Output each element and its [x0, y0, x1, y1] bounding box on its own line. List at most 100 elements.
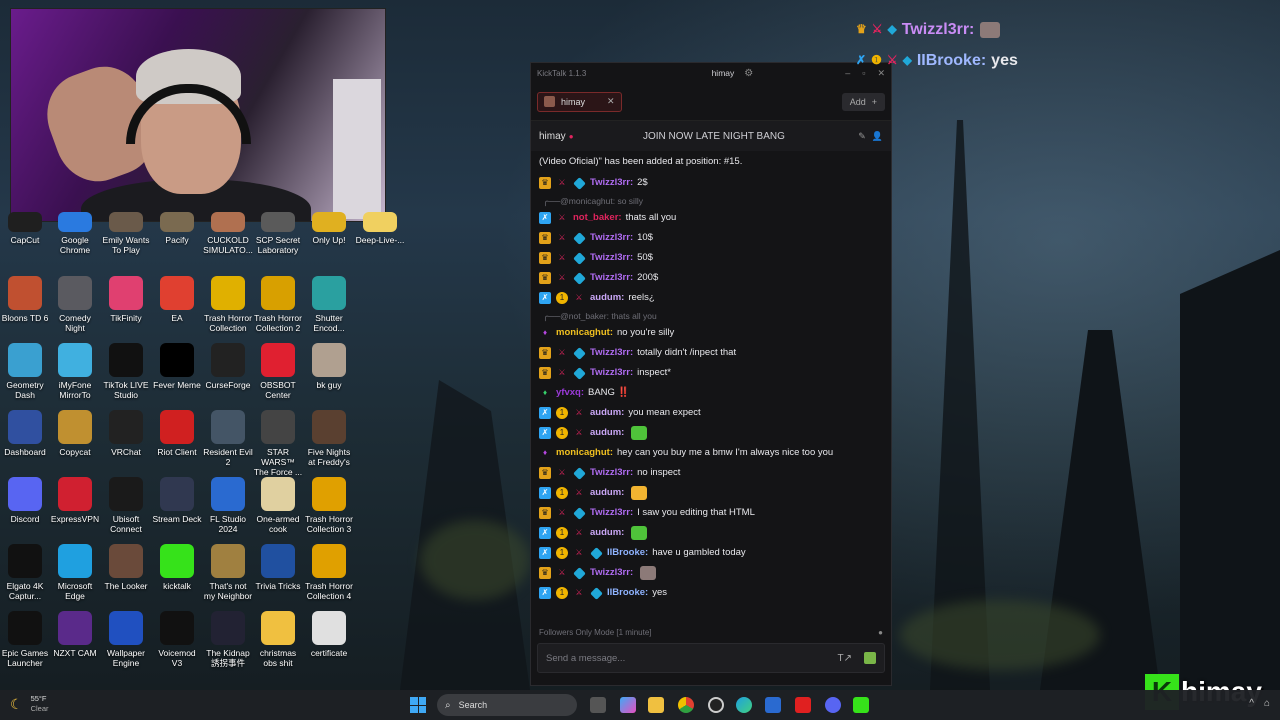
- chat-username[interactable]: Twizzl3rr:: [590, 506, 633, 520]
- info-icon[interactable]: ●: [878, 628, 883, 637]
- chat-message[interactable]: ♛ ⚔ Twizzl3rr: 50$: [539, 248, 883, 268]
- emote-picker-icon[interactable]: [864, 652, 876, 664]
- chat-message[interactable]: ♦ monicaghut: hey can you buy me a bmw I'm…: [539, 443, 883, 463]
- network-icon[interactable]: ⌂: [1264, 698, 1270, 709]
- chat-message[interactable]: ♦ yfvxq: BANG ‼️: [539, 383, 883, 403]
- reply-reference[interactable]: ╭── @not_baker: thats all you: [539, 308, 883, 323]
- chrome-icon[interactable]: [678, 697, 694, 713]
- chat-username[interactable]: monicaghut:: [556, 326, 613, 340]
- desktop-icon[interactable]: Wallpaper Engine: [101, 611, 151, 668]
- chat-username[interactable]: Twizzl3rr:: [590, 466, 633, 480]
- gear-icon[interactable]: ⚙: [744, 68, 753, 79]
- desktop-icon[interactable]: VRChat: [101, 410, 151, 457]
- desktop-icon[interactable]: FL Studio 2024: [203, 477, 253, 534]
- task-view-icon[interactable]: [590, 697, 606, 713]
- desktop-icon[interactable]: Trash Horror Collection 4: [304, 544, 354, 601]
- desktop-icon[interactable]: The Kidnap 誘拐事件: [203, 611, 253, 668]
- chat-username[interactable]: audum:: [590, 426, 624, 440]
- chat-username[interactable]: Twizzl3rr:: [590, 366, 633, 380]
- chat-message[interactable]: ♛ ⚔ Twizzl3rr:: [539, 563, 883, 583]
- desktop-icon[interactable]: iMyFone MirrorTo: [50, 343, 100, 400]
- taskbar-search[interactable]: ⌕ Search: [437, 694, 577, 716]
- desktop-icon[interactable]: Microsoft Edge: [50, 544, 100, 601]
- windows-start-icon[interactable]: [410, 697, 426, 713]
- chat-message[interactable]: ♦ monicaghut: no you're silly: [539, 323, 883, 343]
- kicktalk-titlebar[interactable]: KickTalk 1.1.3 himay ⚙ – ▫ ✕: [531, 63, 891, 83]
- translate-icon[interactable]: T↗: [838, 653, 853, 664]
- desktop-icon[interactable]: CapCut: [0, 212, 50, 245]
- kick-icon[interactable]: [853, 697, 869, 713]
- chat-username[interactable]: IIBrooke:: [607, 586, 648, 600]
- desktop-icon[interactable]: CUCKOLD SIMULATO...: [203, 212, 253, 255]
- weather-widget[interactable]: ☾ 55°F Clear: [10, 694, 49, 714]
- desktop-icon[interactable]: Trash Horror Collection 3: [304, 477, 354, 534]
- chat-message[interactable]: ✗ 1 ⚔ audum:: [539, 423, 883, 443]
- discord-icon[interactable]: [825, 697, 841, 713]
- chat-username[interactable]: IIBrooke:: [607, 546, 648, 560]
- desktop-icon[interactable]: Elgato 4K Captur...: [0, 544, 50, 601]
- chat-message-list[interactable]: (Video Oficial)" has been added at posit…: [531, 151, 891, 611]
- chat-message[interactable]: ♛ ⚔ Twizzl3rr: 2$: [539, 173, 883, 193]
- desktop-icon[interactable]: Google Chrome: [50, 212, 100, 255]
- chat-message[interactable]: ✗ 1 ⚔ audum:: [539, 483, 883, 503]
- kicktalk-window[interactable]: KickTalk 1.1.3 himay ⚙ – ▫ ✕ himay ✕ Add…: [530, 62, 892, 686]
- desktop-icon[interactable]: Shutter Encod...: [304, 276, 354, 333]
- desktop-icon[interactable]: Discord: [0, 477, 50, 524]
- chat-message[interactable]: ♛ ⚔ Twizzl3rr: I saw you editing that HTML: [539, 503, 883, 523]
- desktop-icon[interactable]: Five Nights at Freddy's: [304, 410, 354, 467]
- desktop-icon[interactable]: christmas obs shit: [253, 611, 303, 668]
- desktop-icon[interactable]: SCP Secret Laboratory: [253, 212, 303, 255]
- desktop-icon[interactable]: CurseForge: [203, 343, 253, 390]
- chat-message[interactable]: ♛ ⚔ Twizzl3rr: inspect*: [539, 363, 883, 383]
- obs-icon[interactable]: [708, 697, 724, 713]
- desktop-icon[interactable]: Trash Horror Collection: [203, 276, 253, 333]
- desktop-icon[interactable]: NZXT CAM: [50, 611, 100, 658]
- chat-username[interactable]: yfvxq:: [556, 386, 584, 400]
- chat-message[interactable]: ✗ 1 ⚔ audum: reels¿: [539, 288, 883, 308]
- chat-username[interactable]: Twizzl3rr:: [590, 231, 633, 245]
- desktop-icon[interactable]: kicktalk: [152, 544, 202, 591]
- chat-username[interactable]: audum:: [590, 291, 624, 305]
- desktop-icon[interactable]: Dashboard: [0, 410, 50, 457]
- youtube-icon[interactable]: [795, 697, 811, 713]
- chat-username[interactable]: audum:: [590, 406, 624, 420]
- desktop-icon[interactable]: Voicemod V3: [152, 611, 202, 668]
- message-input[interactable]: Send a message... T↗: [537, 643, 885, 673]
- chat-message[interactable]: ✗ 1 ⚔ IIBrooke: yes: [539, 583, 883, 603]
- desktop-icon[interactable]: One-armed cook: [253, 477, 303, 534]
- chat-message[interactable]: ♛ ⚔ Twizzl3rr: no inspect: [539, 463, 883, 483]
- file-explorer-icon[interactable]: [648, 697, 664, 713]
- desktop-icon[interactable]: Copycat: [50, 410, 100, 457]
- desktop-icon[interactable]: Riot Client: [152, 410, 202, 457]
- desktop-icon[interactable]: Trivia Tricks: [253, 544, 303, 591]
- desktop-icon[interactable]: TikFinity: [101, 276, 151, 323]
- chat-username[interactable]: monicaghut:: [556, 446, 613, 460]
- chat-message[interactable]: ♛ ⚔ Twizzl3rr: 10$: [539, 228, 883, 248]
- desktop-icon[interactable]: Comedy Night: [50, 276, 100, 333]
- chat-message[interactable]: ✗ 1 ⚔ audum:: [539, 523, 883, 543]
- chat-username[interactable]: Twizzl3rr:: [590, 346, 633, 360]
- minimize-icon[interactable]: –: [845, 68, 850, 78]
- add-channel-button[interactable]: Add +: [841, 92, 885, 111]
- pin-icon[interactable]: ✎: [858, 131, 866, 142]
- desktop-icon[interactable]: Only Up!: [304, 212, 354, 245]
- chat-message[interactable]: ♛ ⚔ Twizzl3rr: 200$: [539, 268, 883, 288]
- desktop-icon[interactable]: TikTok LIVE Studio: [101, 343, 151, 400]
- system-message[interactable]: (Video Oficial)" has been added at posit…: [539, 151, 883, 173]
- desktop-icon[interactable]: Emily Wants To Play: [101, 212, 151, 255]
- desktop-icon[interactable]: EA: [152, 276, 202, 323]
- desktop-icon[interactable]: Deep-Live-...: [355, 212, 405, 245]
- chat-message[interactable]: ♛ ⚔ Twizzl3rr: totally didn't /inpect that: [539, 343, 883, 363]
- close-tab-icon[interactable]: ✕: [607, 96, 615, 107]
- user-icon[interactable]: 👤: [872, 131, 883, 142]
- desktop-icon[interactable]: OBSBOT Center: [253, 343, 303, 400]
- chat-message[interactable]: ✗ 1 ⚔ audum: you mean expect: [539, 403, 883, 423]
- desktop-icon[interactable]: Resident Evil 2: [203, 410, 253, 467]
- user-tab[interactable]: himay: [712, 68, 735, 78]
- desktop-icon[interactable]: Stream Deck: [152, 477, 202, 524]
- desktop-icon[interactable]: certificate: [304, 611, 354, 658]
- chat-message[interactable]: ✗ ⚔ not_baker: thats all you: [539, 208, 883, 228]
- chat-username[interactable]: Twizzl3rr:: [590, 566, 633, 580]
- desktop-icon[interactable]: Geometry Dash: [0, 343, 50, 400]
- desktop-icon[interactable]: Epic Games Launcher: [0, 611, 50, 668]
